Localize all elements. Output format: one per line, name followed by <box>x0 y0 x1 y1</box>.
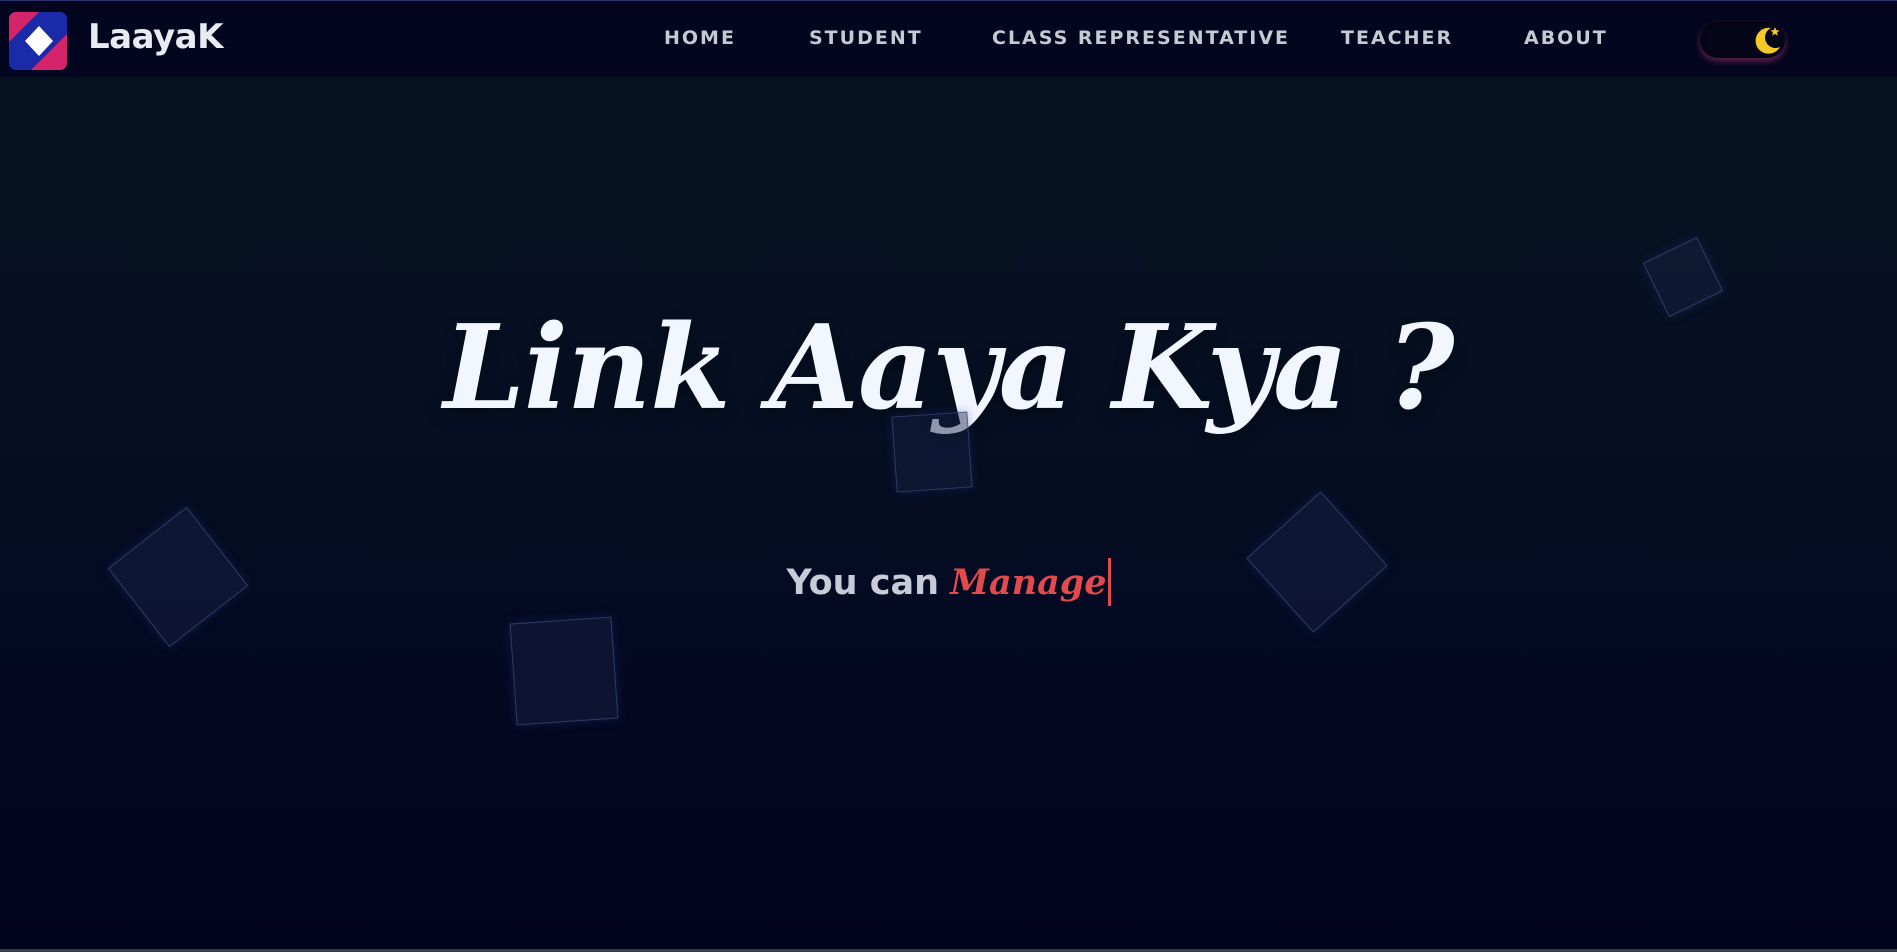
laayak-logo-icon[interactable] <box>9 12 67 70</box>
typed-subtitle: You can Manage <box>0 558 1897 606</box>
navbar: LaayaK HOME STUDENT CLASS REPRESENTATIVE… <box>0 0 1897 77</box>
nav-class-representative[interactable]: CLASS REPRESENTATIVE <box>992 27 1290 49</box>
nav-about[interactable]: ABOUT <box>1524 27 1608 49</box>
nav-teacher[interactable]: TEACHER <box>1341 27 1453 49</box>
moon-star-icon <box>1749 22 1785 58</box>
floating-square <box>509 616 619 726</box>
landing-page: LaayaK HOME STUDENT CLASS REPRESENTATIVE… <box>0 0 1897 952</box>
theme-toggle[interactable] <box>1700 22 1785 58</box>
typing-cursor <box>1107 558 1111 606</box>
nav-home[interactable]: HOME <box>664 27 736 49</box>
floating-square <box>891 411 973 493</box>
brand-name[interactable]: LaayaK <box>88 17 223 57</box>
subtitle-prefix: You can <box>786 563 940 603</box>
nav-student[interactable]: STUDENT <box>809 27 923 49</box>
typed-word: Manage <box>950 562 1107 603</box>
